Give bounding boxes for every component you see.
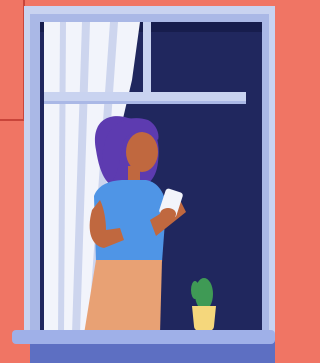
cactus-arm (191, 281, 199, 299)
hand (160, 208, 176, 220)
window-sill (12, 330, 275, 344)
window-mullion-vertical (143, 22, 151, 94)
pot (192, 306, 216, 332)
window-illustration (0, 0, 275, 363)
window-transom-shadow (44, 101, 246, 104)
skirt (84, 260, 162, 334)
